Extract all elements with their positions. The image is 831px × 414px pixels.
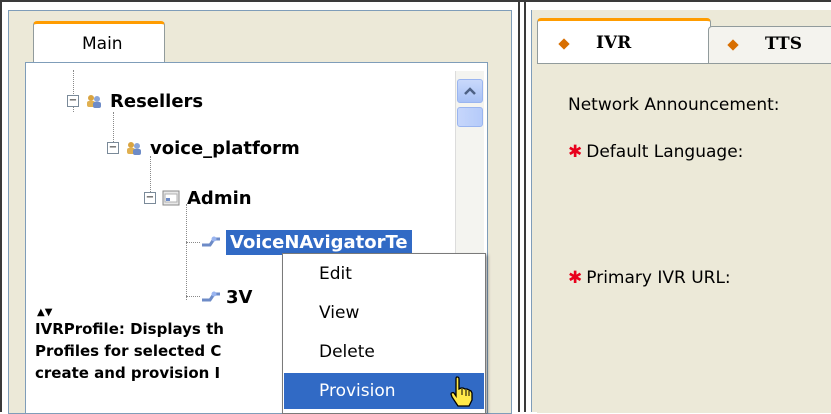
tree-label-3v: 3V: [226, 286, 253, 308]
menu-label-delete: Delete: [319, 342, 375, 362]
tree-line: [186, 204, 187, 300]
splitter-left-line: [518, 0, 520, 412]
left-border: [0, 0, 2, 412]
label-network-announcement-text: Network Announcement:: [568, 95, 780, 115]
tab-tts-label: TTS: [765, 34, 802, 54]
collapse-icon[interactable]: −: [67, 95, 79, 107]
description-line-2: Profiles for selected C: [35, 342, 222, 360]
tree-item-3v[interactable]: 3V: [200, 283, 252, 311]
tree-line: [186, 242, 200, 243]
group-users-icon: [87, 95, 101, 108]
collapse-icon[interactable]: −: [144, 192, 156, 204]
scroll-up-button[interactable]: [457, 79, 483, 103]
ivr-profile-icon: [202, 291, 220, 302]
admin-panel-icon: [162, 190, 180, 206]
diamond-bullet-icon: [727, 39, 739, 51]
splitter-right-line: [524, 0, 526, 412]
description-line-3: create and provision I: [35, 364, 221, 382]
group-users-icon: [127, 142, 141, 155]
label-primary-ivr-url: ✱ Primary IVR URL:: [568, 268, 731, 288]
tree-label-selected: VoiceNAvigatorTe: [226, 229, 412, 255]
description-box: IVRProfile: Displays th Profiles for sel…: [33, 318, 295, 404]
ivr-profile-icon: [202, 236, 220, 247]
menu-item-view[interactable]: View: [284, 295, 484, 331]
description-line-1: IVRProfile: Displays th: [35, 320, 224, 338]
scroll-thumb[interactable]: [457, 107, 483, 127]
tree-item-admin[interactable]: − Admin: [144, 184, 252, 212]
tree-label-resellers: Resellers: [110, 90, 204, 112]
tree-label-admin: Admin: [187, 187, 252, 209]
tree-item-voicenavigator[interactable]: VoiceNAvigatorTe: [200, 228, 412, 256]
ivr-form: [537, 63, 831, 413]
tab-main[interactable]: Main: [33, 21, 165, 66]
tree-item-resellers[interactable]: − Resellers: [67, 87, 203, 115]
diamond-bullet-icon: [558, 38, 570, 50]
required-asterisk-icon: ✱: [568, 268, 583, 288]
tab-ivr-label: IVR: [596, 33, 632, 53]
menu-label-provision: Provision: [319, 381, 396, 401]
menu-item-delete[interactable]: Delete: [284, 334, 484, 370]
tree-item-voice-platform[interactable]: − voice_platform: [107, 134, 300, 162]
chevron-up-icon: [464, 87, 476, 95]
top-border: [0, 0, 831, 2]
menu-label-view: View: [319, 303, 360, 323]
menu-label-edit: Edit: [319, 264, 352, 284]
label-default-language: ✱ Default Language:: [568, 142, 743, 162]
tab-ivr[interactable]: IVR: [537, 18, 711, 67]
required-asterisk-icon: ✱: [568, 142, 583, 162]
tree-line: [186, 296, 200, 297]
tab-main-label: Main: [82, 34, 123, 54]
tab-tts[interactable]: TTS: [708, 26, 831, 65]
collapse-icon[interactable]: −: [107, 142, 119, 154]
label-default-language-text: Default Language:: [586, 142, 744, 162]
splitter-arrows-icon[interactable]: ▲▼: [37, 308, 52, 318]
label-network-announcement: Network Announcement:: [568, 95, 780, 115]
hand-cursor-icon: [450, 376, 473, 407]
tree-label-voice-platform: voice_platform: [150, 137, 300, 159]
menu-item-edit[interactable]: Edit: [284, 256, 484, 292]
label-primary-ivr-url-text: Primary IVR URL:: [586, 268, 731, 288]
